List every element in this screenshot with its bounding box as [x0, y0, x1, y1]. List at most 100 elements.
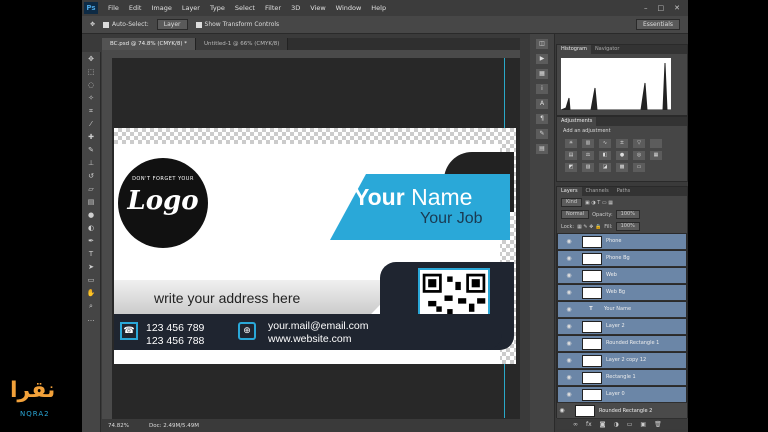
color-lookup-icon[interactable]: ▦	[650, 151, 662, 160]
adjustment-layer-icon[interactable]: ◑	[614, 421, 619, 428]
brush-panel-icon[interactable]: ✎	[536, 129, 548, 139]
layer-row[interactable]: ◉ Rounded Rectangle 1	[557, 335, 687, 352]
new-layer-icon[interactable]: ▣	[640, 421, 646, 428]
visibility-eye-icon[interactable]: ◉	[557, 407, 567, 414]
menu-type[interactable]: Type	[210, 4, 225, 12]
hand-icon[interactable]: ✋	[84, 288, 98, 299]
tab-histogram[interactable]: Histogram	[557, 45, 591, 54]
link-icon[interactable]: ∞	[573, 421, 578, 428]
paragraph-panel-icon[interactable]: ¶	[536, 114, 548, 124]
auto-select-dropdown[interactable]: Layer	[156, 19, 188, 30]
eyedropper-icon[interactable]: ⁄	[84, 119, 98, 130]
menu-help[interactable]: Help	[371, 4, 386, 12]
menu-image[interactable]: Image	[151, 4, 171, 12]
visibility-eye-icon[interactable]: ◉	[564, 254, 574, 263]
pen-icon[interactable]: ✒	[84, 236, 98, 247]
layer-row[interactable]: ◉ Layer 0	[557, 386, 687, 403]
menu-file[interactable]: File	[108, 4, 119, 12]
threshold-icon[interactable]: ◪	[599, 163, 611, 172]
posterize-icon[interactable]: ▨	[582, 163, 594, 172]
more-tools-icon[interactable]: …	[84, 314, 98, 325]
lock-icons[interactable]: ▦ ✎ ✥ 🔒	[577, 224, 601, 230]
visibility-eye-icon[interactable]: ◉	[564, 271, 574, 280]
shape-icon[interactable]: ▭	[84, 275, 98, 286]
type-icon[interactable]: T	[84, 249, 98, 260]
menu-3d[interactable]: 3D	[291, 4, 300, 12]
character-panel-icon[interactable]: A	[536, 99, 548, 109]
menu-layer[interactable]: Layer	[182, 4, 200, 12]
layer-row[interactable]: ◉ Layer 2	[557, 318, 687, 335]
menu-filter[interactable]: Filter	[265, 4, 281, 12]
curves-icon[interactable]: ∿	[599, 139, 611, 148]
exposure-icon[interactable]: ±	[616, 139, 628, 148]
zoom-icon[interactable]: ⌕	[84, 301, 98, 312]
visibility-eye-icon[interactable]: ◉	[564, 390, 574, 399]
minimize-button[interactable]: –	[644, 4, 648, 12]
lasso-icon[interactable]: ◌	[84, 80, 98, 91]
visibility-eye-icon[interactable]: ◉	[564, 237, 574, 246]
levels-icon[interactable]: ▥	[582, 139, 594, 148]
layer-row[interactable]: ◉ Web Bg	[557, 284, 687, 301]
photo-filter-icon[interactable]: ●	[616, 151, 628, 160]
properties-panel-icon[interactable]: ▦	[536, 69, 548, 79]
menu-window[interactable]: Window	[336, 4, 362, 12]
black-white-icon[interactable]: ◧	[599, 151, 611, 160]
brush-icon[interactable]: ✎	[84, 145, 98, 156]
swatches-panel-icon[interactable]: ▤	[536, 144, 548, 154]
tab-untitled-1[interactable]: Untitled-1 @ 66% (CMYK/8)	[196, 38, 289, 50]
layer-row[interactable]: ◉ Rectangle 1	[557, 369, 687, 386]
tab-paths[interactable]: Paths	[613, 187, 635, 196]
actions-panel-icon[interactable]: ▶	[536, 54, 548, 64]
layer-row[interactable]: ◉ Web	[557, 267, 687, 284]
crop-icon[interactable]: ⌗	[84, 106, 98, 117]
layer-row[interactable]: ◉ Phone Bg	[557, 250, 687, 267]
layer-row[interactable]: ◉ Phone	[557, 233, 687, 250]
auto-select-checkbox[interactable]: Auto-Select:	[103, 21, 149, 28]
menu-view[interactable]: View	[310, 4, 325, 12]
group-icon[interactable]: ▭	[627, 421, 633, 428]
gradient-icon[interactable]: ▤	[84, 197, 98, 208]
stamp-icon[interactable]: ⊥	[84, 158, 98, 169]
trash-icon[interactable]: 🗑	[654, 421, 662, 428]
eraser-icon[interactable]: ▱	[84, 184, 98, 195]
tab-bc-psd[interactable]: BC.psd @ 74.8% (CMYK/8) *	[102, 38, 197, 50]
workspace-dropdown[interactable]: Essentials	[635, 19, 680, 30]
hue-icon[interactable]: ▤	[565, 151, 577, 160]
tab-navigator[interactable]: Navigator	[591, 45, 623, 54]
color-balance-icon[interactable]: ⚖	[582, 151, 594, 160]
mask-icon[interactable]: ◙	[600, 421, 606, 428]
marquee-icon[interactable]: ⬚	[84, 67, 98, 78]
healing-icon[interactable]: ✚	[84, 132, 98, 143]
maximize-button[interactable]: □	[658, 4, 665, 12]
fill-input[interactable]: 100%	[615, 222, 640, 231]
layer-filter-dropdown[interactable]: Kind	[561, 198, 583, 207]
fx-icon[interactable]: fx	[586, 421, 592, 428]
menu-edit[interactable]: Edit	[129, 4, 142, 12]
close-button[interactable]: ✕	[674, 4, 680, 12]
layer-row[interactable]: ◉ Rounded Rectangle 2	[557, 403, 687, 419]
brightness-icon[interactable]: ☀	[565, 139, 577, 148]
tab-layers[interactable]: Layers	[557, 187, 582, 196]
visibility-eye-icon[interactable]: ◉	[564, 305, 574, 314]
filter-icons[interactable]: ▣ ◑ T ▭ ▦	[585, 200, 613, 206]
magic-wand-icon[interactable]: ✧	[84, 93, 98, 104]
vibrance-icon[interactable]: ▽	[633, 139, 645, 148]
channel-mixer-icon[interactable]: ◎	[633, 151, 645, 160]
visibility-eye-icon[interactable]: ◉	[564, 373, 574, 382]
invert-icon[interactable]: ◩	[565, 163, 577, 172]
history-brush-icon[interactable]: ↺	[84, 171, 98, 182]
document-canvas[interactable]: DON'T FORGET YOUR Logo Your Name Your Jo…	[114, 128, 516, 364]
blend-mode-dropdown[interactable]: Normal	[561, 210, 590, 219]
zoom-level[interactable]: 74.82%	[108, 423, 129, 429]
opacity-input[interactable]: 100%	[615, 210, 640, 219]
move-tool-icon[interactable]: ✥	[90, 21, 95, 28]
gradient-map-icon[interactable]: ▭	[633, 163, 645, 172]
history-panel-icon[interactable]: ◫	[536, 39, 548, 49]
visibility-eye-icon[interactable]: ◉	[564, 322, 574, 331]
visibility-eye-icon[interactable]: ◉	[564, 288, 574, 297]
visibility-eye-icon[interactable]: ◉	[564, 356, 574, 365]
menu-select[interactable]: Select	[235, 4, 255, 12]
transform-controls-checkbox[interactable]: Show Transform Controls	[195, 21, 279, 28]
tab-channels[interactable]: Channels	[582, 187, 613, 196]
dodge-icon[interactable]: ◐	[84, 223, 98, 234]
